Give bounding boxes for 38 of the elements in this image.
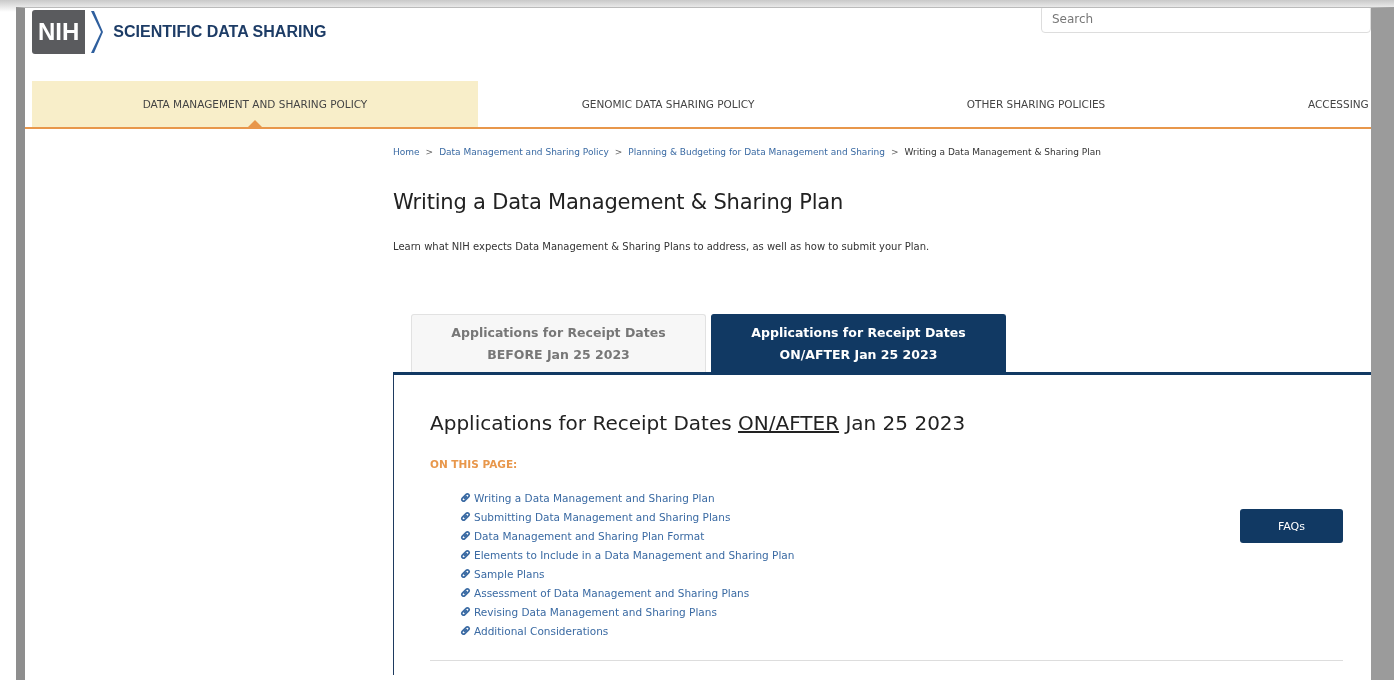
site-title[interactable]: SCIENTIFIC DATA SHARING [113, 23, 327, 41]
link-icon [460, 587, 471, 598]
page-section-link[interactable]: Additional Considerations [474, 624, 609, 637]
date-tab[interactable]: Applications for Receipt Dates BEFORE Jan 25 2023 [411, 314, 706, 372]
link-icon [460, 625, 471, 636]
page-section-link[interactable]: Data Management and Sharing Plan Format [474, 529, 705, 542]
page-section-link[interactable]: Revising Data Management and Sharing Plans [474, 605, 717, 618]
page-section-link[interactable]: Elements to Include in a Data Management and Sharing Plan [474, 548, 795, 561]
intro-text: Learn what NIH expects Data Management & Sharing Plans to address, as well as how to submit your Plan. [393, 241, 931, 252]
page-section-link[interactable]: Sample Plans [474, 567, 545, 580]
link-icon [460, 606, 471, 617]
link-icon [460, 549, 471, 560]
breadcrumb-separator: > [614, 147, 623, 157]
on-this-page-label: ON THIS PAGE: [430, 458, 519, 470]
link-icon [460, 568, 471, 579]
nav-tab[interactable]: ACCESSING [1214, 81, 1369, 127]
page-title: Writing a Data Management & Sharing Plan [393, 190, 845, 214]
breadcrumb-link[interactable]: Home [393, 147, 420, 157]
search-field[interactable]: Search [1041, 8, 1371, 33]
nav-tab[interactable]: GENOMIC DATA SHARING POLICY [478, 81, 858, 127]
nav-tab[interactable]: OTHER SHARING POLICIES [858, 81, 1214, 127]
breadcrumb-link[interactable]: Data Management and Sharing Policy [439, 147, 609, 157]
link-icon [460, 530, 471, 541]
section-heading: Applications for Receipt Dates ON/AFTER Jan 25 2023 [430, 411, 967, 435]
nih-logo-mark[interactable]: NIH [32, 10, 86, 54]
page-section-link[interactable]: Submitting Data Management and Sharing Plans [474, 510, 731, 523]
date-tab[interactable]: Applications for Receipt Dates ON/AFTER Jan 25 2023 [711, 314, 1006, 372]
faqs-button[interactable]: FAQs [1240, 509, 1343, 543]
breadcrumb-current: Writing a Data Management & Sharing Plan [904, 147, 1101, 157]
link-icon [460, 492, 471, 503]
breadcrumb-separator: > [425, 147, 434, 157]
nav-tab[interactable]: DATA MANAGEMENT AND SHARING POLICY [32, 81, 478, 127]
chevron-icon [89, 9, 104, 55]
breadcrumb-link[interactable]: Planning & Budgeting for Data Management and Sharing [628, 147, 885, 157]
breadcrumb-separator: > [891, 147, 899, 157]
link-icon [460, 511, 471, 522]
page-section-link[interactable]: Writing a Data Management and Sharing Plan [474, 491, 715, 504]
page-section-link[interactable]: Assessment of Data Management and Sharing Plans [474, 586, 750, 599]
